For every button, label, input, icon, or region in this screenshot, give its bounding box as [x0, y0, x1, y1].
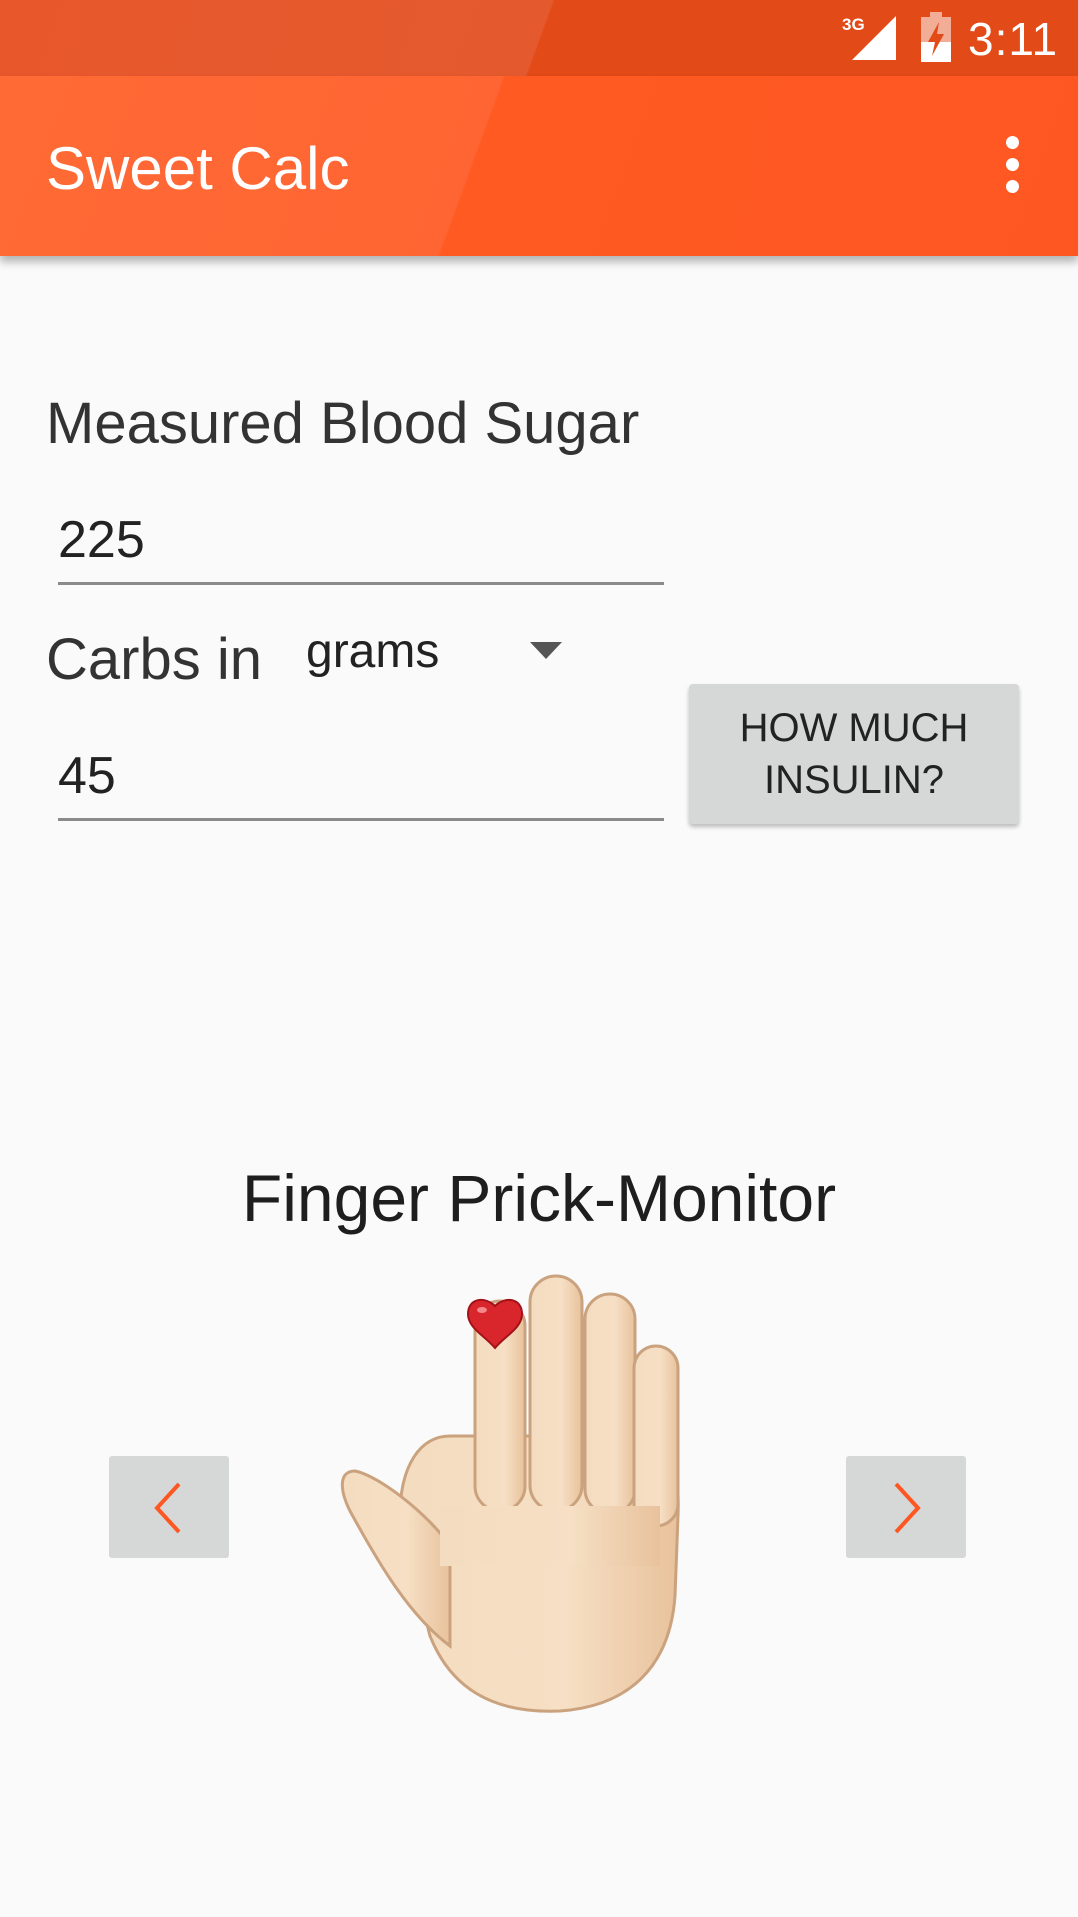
carbs-unit-dropdown[interactable]: grams — [300, 618, 570, 688]
clock: 3:11 — [968, 13, 1059, 65]
app-bar: Sweet Calc — [0, 76, 1078, 256]
more-vert-icon[interactable] — [1000, 136, 1024, 196]
blood-sugar-input[interactable] — [58, 498, 664, 585]
battery-charging-icon — [921, 12, 951, 62]
previous-button[interactable] — [109, 1456, 229, 1558]
chevron-right-icon — [894, 1482, 921, 1534]
carbs-label: Carbs in — [46, 627, 262, 692]
carbs-unit-value: grams — [306, 625, 440, 678]
how-much-insulin-button[interactable]: HOW MUCH INSULIN? — [689, 684, 1019, 824]
carbs-input[interactable] — [58, 734, 664, 821]
network-type-label: 3G — [842, 15, 865, 34]
monitor-title: Finger Prick-Monitor — [241, 1161, 837, 1235]
blood-sugar-label: Measured Blood Sugar — [46, 391, 640, 456]
app-title: Sweet Calc — [46, 135, 350, 202]
dropdown-arrow-icon — [530, 642, 562, 659]
chevron-left-icon — [154, 1482, 181, 1534]
raised-hand-icon — [340, 1274, 680, 1713]
status-bar: 3G 3:11 — [0, 0, 1078, 76]
screen: 3G 3:11 Sweet Calc Measured Blood Sugar … — [0, 0, 1078, 1917]
signal-3g-icon: 3G — [842, 15, 896, 60]
next-button[interactable] — [846, 1456, 966, 1558]
